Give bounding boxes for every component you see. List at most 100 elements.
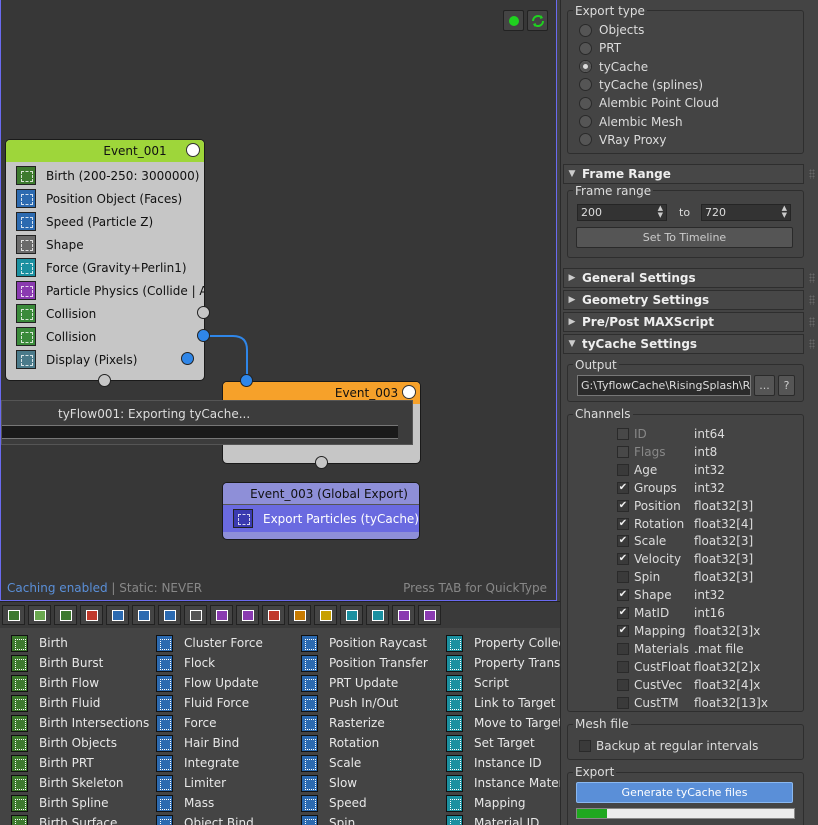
channel-row[interactable]: Flags int8 [617, 443, 717, 461]
output-port[interactable] [197, 306, 210, 319]
channel-checkbox[interactable]: ✔ [617, 589, 629, 602]
node-canvas[interactable]: Event_001 Birth (200-250: 3000000) Positi… [0, 0, 557, 601]
category-button[interactable] [28, 605, 51, 625]
radio-button[interactable] [579, 41, 592, 55]
operator-list-item[interactable]: Push In/Out [290, 693, 428, 713]
operator-list-item[interactable]: Rasterize [290, 713, 428, 733]
radio-button[interactable] [579, 115, 592, 128]
channel-checkbox[interactable] [617, 678, 629, 691]
category-button[interactable] [80, 605, 103, 625]
category-button[interactable] [262, 605, 285, 625]
category-button[interactable] [366, 605, 389, 625]
event-operator[interactable]: Shape [6, 233, 204, 256]
channel-checkbox[interactable]: ✔ [617, 535, 629, 548]
category-button[interactable] [106, 605, 129, 625]
tycache-settings-rollout[interactable]: ▼ tyCache Settings [563, 334, 815, 354]
operator-list-item[interactable]: Scale [290, 753, 428, 773]
channel-checkbox[interactable] [617, 463, 629, 476]
export-type-option[interactable]: VRay Proxy [579, 131, 666, 149]
channel-row[interactable]: ✔ Position float32[3] [617, 497, 753, 515]
channel-row[interactable]: ✔ Mapping float32[3]x [617, 622, 760, 640]
category-button[interactable] [418, 605, 441, 625]
operator-list-item[interactable]: Birth Objects [0, 733, 149, 753]
category-button[interactable] [210, 605, 233, 625]
operator-list-item[interactable]: Limiter [145, 773, 263, 793]
operator-list-item[interactable]: Flow Update [145, 673, 263, 693]
input-port[interactable] [98, 374, 111, 387]
operator-list-item[interactable]: Slow [290, 773, 428, 793]
output-path-field[interactable]: G:\TyflowCache\RisingSplash\RisingSplash [577, 375, 751, 396]
channel-checkbox[interactable] [617, 696, 629, 709]
channel-row[interactable]: ✔ Velocity float32[3] [617, 550, 753, 568]
operator-list-item[interactable]: Position Transfer [290, 653, 428, 673]
operator-list-item[interactable]: Birth Fluid [0, 693, 149, 713]
general-settings-rollout[interactable]: ▶ General Settings [563, 268, 815, 288]
radio-button[interactable] [579, 78, 592, 92]
export-type-option[interactable]: Objects [579, 21, 644, 39]
channel-checkbox[interactable] [617, 428, 629, 440]
operator-list-item[interactable]: Set Target [435, 733, 560, 753]
operator-list-item[interactable]: Rotation [290, 733, 428, 753]
set-to-timeline-button[interactable]: Set To Timeline [576, 227, 793, 248]
frame-end-spinner[interactable]: 720 ▲ ▼ [701, 204, 791, 221]
help-button[interactable]: ? [778, 375, 795, 396]
radio-button[interactable] [579, 96, 592, 110]
operator-list-item[interactable]: Link to Target [435, 693, 560, 713]
channel-checkbox[interactable] [617, 642, 629, 655]
channel-checkbox[interactable] [617, 571, 629, 584]
operator-list-item[interactable]: Birth Skeleton [0, 773, 149, 793]
input-port-connected[interactable] [240, 374, 253, 387]
bulb-icon[interactable] [402, 385, 416, 399]
export-type-option[interactable]: tyCache [579, 58, 648, 76]
pre-post-maxscript-rollout[interactable]: ▶ Pre/Post MAXScript [563, 312, 815, 332]
category-button[interactable] [314, 605, 337, 625]
operator-list-item[interactable]: Script [435, 673, 560, 693]
channel-checkbox[interactable] [617, 660, 629, 673]
channel-row[interactable]: ✔ MatID int16 [617, 604, 725, 622]
operator-list-item[interactable]: Birth Spline [0, 793, 149, 813]
operator-list-item[interactable]: Birth [0, 633, 149, 653]
operator-list-item[interactable]: Property Transfer [435, 653, 560, 673]
channel-row[interactable]: ✔ Shape int32 [617, 586, 725, 604]
checkbox[interactable] [579, 740, 591, 752]
operator-list-item[interactable]: Mapping [435, 793, 560, 813]
export-type-option[interactable]: PRT [579, 39, 621, 57]
operator-list-item[interactable]: Flock [145, 653, 263, 673]
channel-row[interactable]: Spin float32[3] [617, 568, 753, 586]
operator-list-item[interactable]: PRT Update [290, 673, 428, 693]
operator-list-item[interactable]: Birth Intersections [0, 713, 149, 733]
operator-list-item[interactable]: Move to Target [435, 713, 560, 733]
category-button[interactable] [132, 605, 155, 625]
channel-checkbox[interactable] [617, 445, 629, 458]
event-operator[interactable]: Position Object (Faces) [6, 187, 204, 210]
event-operator[interactable]: Particle Physics (Collide | A... [6, 279, 204, 302]
category-button[interactable] [236, 605, 259, 625]
operator-list-item[interactable]: Speed [290, 793, 428, 813]
radio-button[interactable] [579, 60, 592, 74]
export-particles-operator[interactable]: Export Particles (tyCache) [223, 505, 419, 532]
category-button[interactable] [2, 605, 25, 625]
channel-checkbox[interactable]: ✔ [617, 499, 629, 512]
global-export-node[interactable]: Event_003 (Global Export) Export Particl… [222, 482, 420, 540]
operator-list-item[interactable]: Hair Bind [145, 733, 263, 753]
event-001-header[interactable]: Event_001 [6, 140, 204, 162]
operator-list-item[interactable]: Instance Material [435, 773, 560, 793]
event-operator[interactable]: Force (Gravity+Perlin1) [6, 256, 204, 279]
operator-list-item[interactable]: Instance ID [435, 753, 560, 773]
event-operator[interactable]: Collision [6, 302, 204, 325]
frame-start-spinner[interactable]: 200 ▲ ▼ [577, 204, 667, 221]
category-button[interactable] [54, 605, 77, 625]
channel-row[interactable]: Materials .mat file [617, 640, 744, 658]
channel-row[interactable]: ✔ Scale float32[3] [617, 532, 753, 550]
operator-list-item[interactable]: Force [145, 713, 263, 733]
radio-button[interactable] [579, 23, 592, 37]
event-operator[interactable]: Birth (200-250: 3000000) [6, 164, 204, 187]
operator-list-item[interactable]: Mass [145, 793, 263, 813]
operator-list-item[interactable]: Birth Surface [0, 813, 149, 825]
geometry-settings-rollout[interactable]: ▶ Geometry Settings [563, 290, 815, 310]
browse-button[interactable]: ... [754, 375, 775, 396]
category-button[interactable] [340, 605, 363, 625]
channel-checkbox[interactable]: ✔ [617, 553, 629, 566]
generate-tycache-button[interactable]: Generate tyCache files [576, 782, 793, 803]
channel-row[interactable]: CustVec float32[4]x [617, 676, 760, 694]
